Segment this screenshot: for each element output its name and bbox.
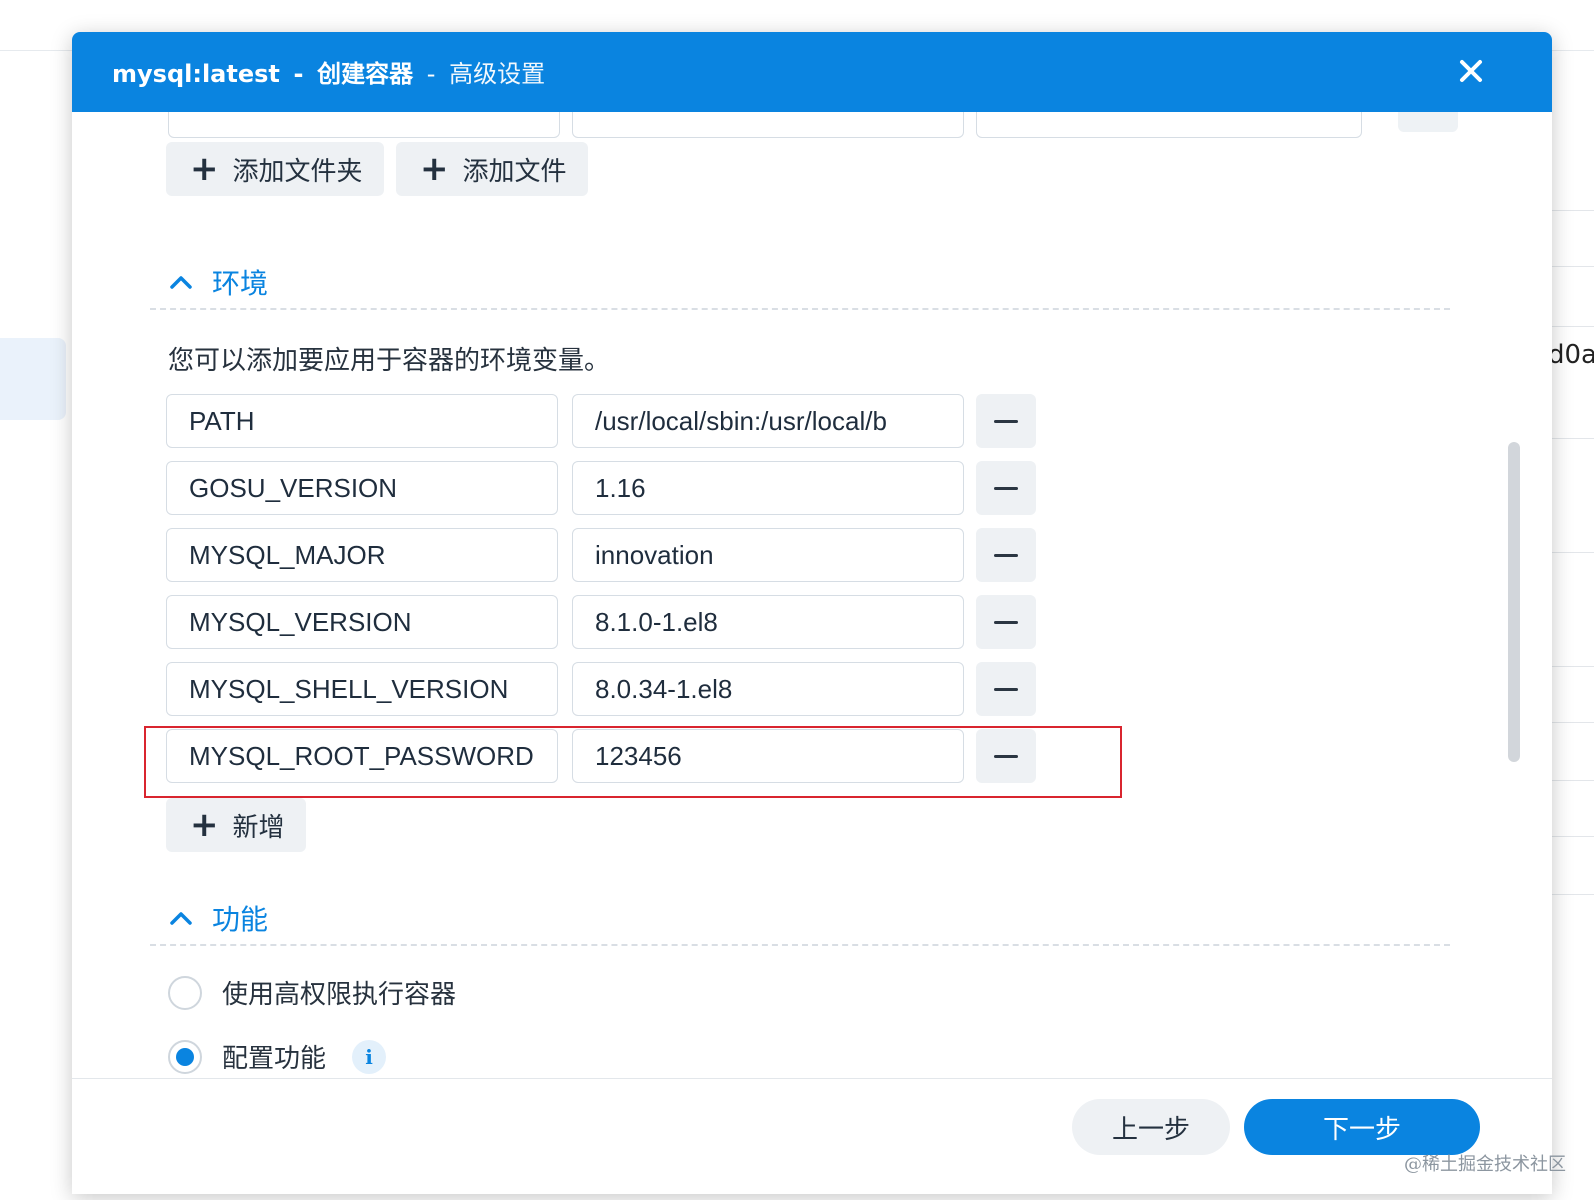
- close-icon: [1460, 60, 1482, 82]
- capabilities-heading: 功能: [212, 903, 269, 936]
- dialog-body: + 添加文件夹 + 添加文件 环境 您可以添加要应用于容器的环境变量。 PATH…: [72, 112, 1552, 1132]
- env-value-input[interactable]: 8.0.34-1.el8: [572, 662, 964, 716]
- title-step-name: 高级设置: [449, 60, 546, 88]
- close-button[interactable]: [1450, 50, 1492, 92]
- title-wizard-name: 创建容器: [317, 60, 414, 88]
- env-key-input[interactable]: MYSQL_SHELL_VERSION: [166, 662, 558, 716]
- environment-heading: 环境: [212, 267, 269, 300]
- minus-icon: [994, 620, 1018, 624]
- minus-icon: [994, 486, 1018, 490]
- privileged-option[interactable]: 使用高权限执行容器: [168, 974, 456, 1011]
- environment-section-toggle[interactable]: 环境: [168, 262, 268, 302]
- dialog-header: mysql:latest - 创建容器 - 高级设置: [72, 32, 1552, 112]
- plus-icon: +: [420, 149, 449, 189]
- env-value-input[interactable]: 8.1.0-1.el8: [572, 595, 964, 649]
- minus-icon: [994, 553, 1018, 557]
- capabilities-section-toggle[interactable]: 功能: [168, 898, 268, 938]
- env-key-input[interactable]: PATH: [166, 394, 558, 448]
- remove-env-button[interactable]: [976, 528, 1036, 582]
- configure-capabilities-label: 配置功能: [222, 1044, 327, 1074]
- env-value-input[interactable]: /usr/local/sbin:/usr/local/b: [572, 394, 964, 448]
- configure-capabilities-option[interactable]: 配置功能 i: [168, 1038, 387, 1075]
- privileged-radio[interactable]: [168, 975, 202, 1010]
- env-key-input[interactable]: GOSU_VERSION: [166, 461, 558, 515]
- remove-env-button[interactable]: [976, 394, 1036, 448]
- mount-target-field[interactable]: [572, 112, 964, 138]
- chevron-up-icon: [170, 276, 192, 289]
- mount-remove-button[interactable]: [1398, 112, 1458, 132]
- privileged-label: 使用高权限执行容器: [222, 980, 457, 1010]
- add-env-label: 新增: [232, 812, 285, 843]
- minus-icon: [994, 419, 1018, 423]
- add-file-label: 添加文件: [462, 156, 567, 187]
- add-file-button[interactable]: + 添加文件: [396, 142, 588, 196]
- highlight-annotation-box: [144, 726, 1122, 798]
- dialog-footer: 上一步 下一步: [72, 1078, 1552, 1194]
- watermark: @稀土掘金技术社区: [1404, 1154, 1566, 1175]
- environment-description: 您可以添加要应用于容器的环境变量。: [168, 346, 611, 376]
- scrollbar[interactable]: [1508, 442, 1520, 762]
- background-selected-item: [0, 338, 66, 420]
- create-container-dialog: mysql:latest - 创建容器 - 高级设置 + 添加文件夹 + 添加文…: [72, 32, 1552, 1194]
- info-icon[interactable]: i: [352, 1039, 387, 1074]
- env-value-input[interactable]: innovation: [572, 528, 964, 582]
- env-key-input[interactable]: MYSQL_VERSION: [166, 595, 558, 649]
- title-image-name: mysql:latest: [112, 60, 280, 88]
- add-folder-button[interactable]: + 添加文件夹: [166, 142, 384, 196]
- section-divider: [150, 308, 1450, 310]
- remove-env-button[interactable]: [976, 662, 1036, 716]
- minus-icon: [994, 687, 1018, 691]
- next-step-button[interactable]: 下一步: [1244, 1099, 1480, 1155]
- mount-path-field[interactable]: [168, 112, 560, 138]
- radio-selected-dot: [176, 1047, 194, 1066]
- configure-capabilities-radio[interactable]: [168, 1039, 202, 1074]
- chevron-up-icon: [170, 912, 192, 925]
- previous-step-button[interactable]: 上一步: [1072, 1099, 1230, 1155]
- env-value-input[interactable]: 1.16: [572, 461, 964, 515]
- remove-env-button[interactable]: [976, 461, 1036, 515]
- title-separator: -: [293, 60, 304, 88]
- dialog-title: mysql:latest - 创建容器 - 高级设置: [112, 54, 545, 89]
- section-divider: [150, 944, 1450, 946]
- background-partial-text: d0a: [1548, 340, 1594, 370]
- mount-permission-select[interactable]: [976, 112, 1362, 138]
- plus-icon: +: [190, 149, 219, 189]
- env-key-input[interactable]: MYSQL_MAJOR: [166, 528, 558, 582]
- plus-icon: +: [190, 805, 219, 845]
- add-folder-label: 添加文件夹: [232, 156, 363, 187]
- remove-env-button[interactable]: [976, 595, 1036, 649]
- title-separator: -: [426, 60, 436, 88]
- add-env-button[interactable]: + 新增: [166, 798, 306, 852]
